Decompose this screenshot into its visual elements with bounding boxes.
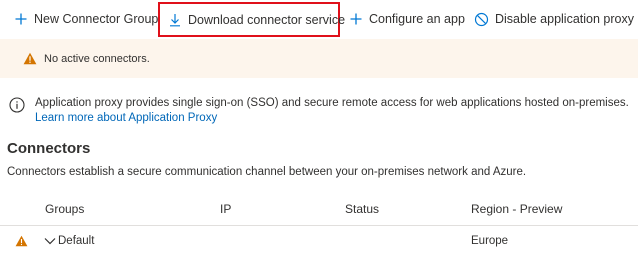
block-icon — [474, 12, 489, 26]
table-row[interactable]: Default Europe — [0, 226, 638, 259]
connectors-description: Connectors establish a secure communicat… — [7, 166, 527, 178]
region-value: Europe — [471, 235, 509, 247]
table-header: Groups IP Status Region - Preview — [0, 193, 638, 226]
learn-more-link[interactable]: Learn more about Application Proxy — [35, 111, 217, 126]
plus-icon — [15, 13, 27, 25]
column-header-status[interactable]: Status — [345, 202, 379, 216]
command-bar: New Connector Group Download connector s… — [0, 0, 638, 38]
warning-icon — [23, 52, 37, 65]
info-text: Application proxy provides single sign-o… — [35, 97, 629, 109]
column-header-region[interactable]: Region - Preview — [471, 202, 562, 216]
configure-an-app-button[interactable]: Configure an app — [349, 8, 465, 30]
configure-an-app-label: Configure an app — [369, 12, 465, 26]
group-name: Default — [58, 235, 95, 247]
connectors-table: Groups IP Status Region - Preview Defaul… — [0, 193, 638, 259]
column-header-ip[interactable]: IP — [220, 202, 231, 216]
download-connector-service-button[interactable]: Download connector service — [158, 2, 345, 37]
disable-application-proxy-label: Disable application proxy — [495, 12, 634, 26]
download-connector-service-label: Download connector service — [188, 12, 346, 27]
info-icon — [9, 97, 25, 113]
warning-banner: No active connectors. — [0, 39, 638, 78]
disable-application-proxy-button[interactable]: Disable application proxy — [474, 8, 634, 30]
chevron-down-icon[interactable] — [44, 236, 56, 246]
new-connector-group-button[interactable]: New Connector Group — [14, 8, 158, 30]
download-icon — [170, 13, 180, 26]
plus-icon — [350, 13, 362, 25]
warning-text: No active connectors. — [44, 52, 150, 65]
info-message: Application proxy provides single sign-o… — [9, 94, 635, 128]
warning-icon — [15, 235, 28, 247]
column-header-groups[interactable]: Groups — [45, 202, 84, 216]
connectors-heading: Connectors — [7, 140, 91, 157]
new-connector-group-label: New Connector Group — [34, 12, 159, 26]
